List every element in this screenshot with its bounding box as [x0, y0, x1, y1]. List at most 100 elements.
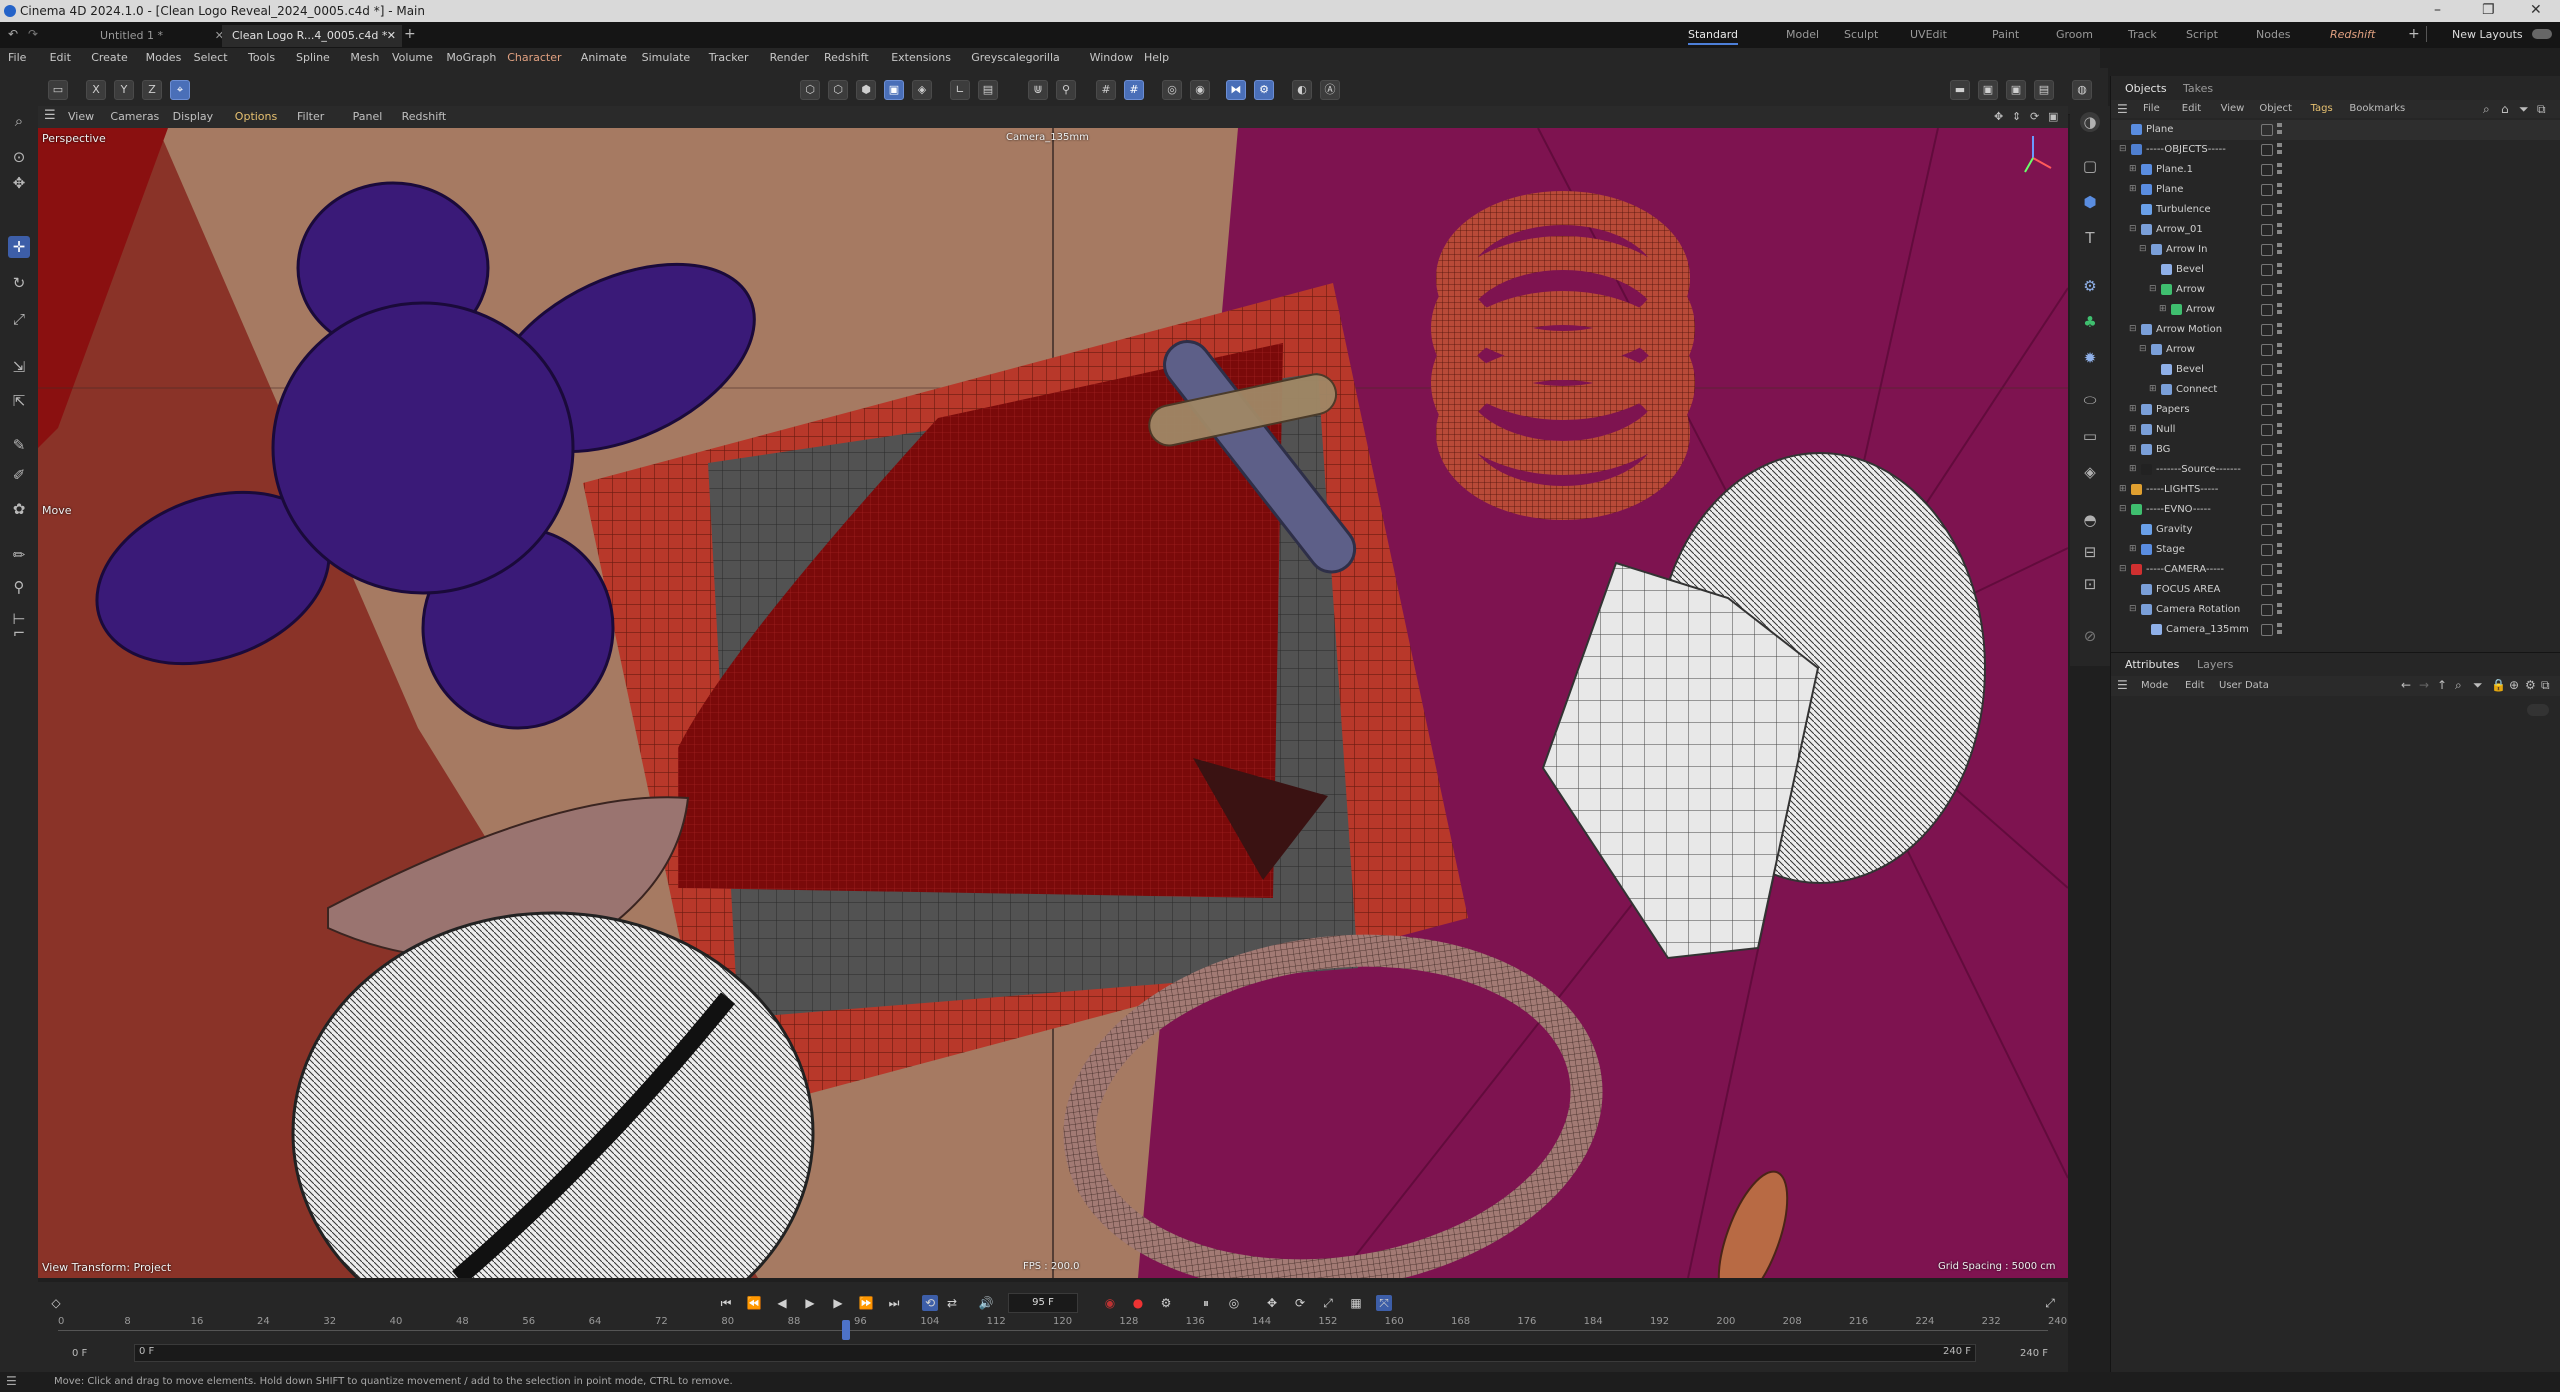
model-mode-icon[interactable]: ▣: [884, 80, 904, 100]
current-frame-field[interactable]: 95 F: [1008, 1293, 1078, 1313]
transform-tool-icon[interactable]: ⇲: [8, 356, 30, 378]
menu-mesh[interactable]: Mesh: [350, 51, 379, 64]
param-key-icon[interactable]: ▦: [1348, 1295, 1364, 1311]
expand-toggle-icon[interactable]: ⊟: [2139, 244, 2149, 254]
text-object-icon[interactable]: T: [2080, 228, 2100, 248]
objects-menu-tags[interactable]: Tags: [2311, 103, 2333, 114]
menu-edit[interactable]: Edit: [50, 51, 71, 64]
brush-tool-icon[interactable]: ✏: [8, 544, 30, 566]
record-keys-icon[interactable]: ◉: [1102, 1295, 1118, 1311]
snap-icon[interactable]: #: [1096, 80, 1116, 100]
layer-checkbox[interactable]: [2261, 524, 2273, 536]
menu-simulate[interactable]: Simulate: [642, 51, 691, 64]
render-view-icon[interactable]: ▣: [1978, 80, 1998, 100]
rotation-key-icon[interactable]: ⟳: [1292, 1295, 1308, 1311]
expand-toggle-icon[interactable]: ⊞: [2159, 304, 2169, 314]
live-selection-icon[interactable]: ⊙: [8, 146, 30, 168]
object-row[interactable]: ⊟ -----OBJECTS-----: [2111, 140, 2560, 160]
object-row[interactable]: ⊟ Camera Rotation: [2111, 600, 2560, 620]
light-icon[interactable]: ◈: [2080, 462, 2100, 482]
object-row[interactable]: ⊞ Connect: [2111, 380, 2560, 400]
visibility-dots[interactable]: [2277, 343, 2282, 357]
attributes-menu-user-data[interactable]: User Data: [2219, 680, 2269, 691]
visibility-dots[interactable]: [2277, 163, 2282, 177]
menu-select[interactable]: Select: [194, 51, 228, 64]
material-icon[interactable]: ◓: [2080, 510, 2100, 530]
workplane-icon[interactable]: ◎: [1162, 80, 1182, 100]
cloner-icon[interactable]: ♣: [2080, 312, 2100, 332]
visibility-dots[interactable]: [2277, 463, 2282, 477]
menu-create[interactable]: Create: [91, 51, 128, 64]
back-arrow-icon[interactable]: ←: [2401, 678, 2411, 692]
tab-takes[interactable]: Takes: [2183, 82, 2213, 95]
scene-icon[interactable]: ⊟: [2080, 542, 2100, 562]
object-row[interactable]: Plane: [2111, 120, 2560, 140]
menu-animate[interactable]: Animate: [581, 51, 627, 64]
object-row[interactable]: ⊞ BG: [2111, 440, 2560, 460]
viewport-zoom-icon[interactable]: ⇕: [2012, 110, 2021, 123]
visibility-dots[interactable]: [2277, 583, 2282, 597]
move-tool-icon[interactable]: ✛: [8, 236, 30, 258]
scale-tool-icon[interactable]: ⤢: [8, 308, 30, 330]
object-row[interactable]: FOCUS AREA: [2111, 580, 2560, 600]
visibility-dots[interactable]: [2277, 563, 2282, 577]
viewport-hamburger-icon[interactable]: ☰: [44, 108, 56, 123]
layout-tab-paint[interactable]: Paint: [1992, 28, 2019, 41]
attributes-filter-icon[interactable]: ⏷: [2473, 678, 2483, 693]
knife-tool-icon[interactable]: ✐: [8, 464, 30, 486]
close-tab-icon[interactable]: ✕: [387, 25, 396, 47]
rotate-tool-small-icon[interactable]: ✥: [8, 172, 30, 194]
plane-object-icon[interactable]: ▢: [2080, 156, 2100, 176]
add-layout-icon[interactable]: +: [2408, 26, 2420, 42]
render-picture-viewer-icon[interactable]: ▣: [2006, 80, 2026, 100]
tab-layers[interactable]: Layers: [2197, 658, 2233, 671]
expand-toggle-icon[interactable]: ⊞: [2129, 544, 2139, 554]
point-level-icon[interactable]: ⤧: [1376, 1295, 1392, 1311]
extrude-tool-icon[interactable]: ⇱: [8, 390, 30, 412]
autokey-icon[interactable]: ●: [1130, 1295, 1146, 1311]
viewport-rotate-icon[interactable]: ⟳: [2030, 110, 2039, 123]
tab-attributes[interactable]: Attributes: [2125, 658, 2179, 671]
points-mode-icon[interactable]: ⬡: [800, 80, 820, 100]
pla-key-icon[interactable]: ◎: [1226, 1295, 1242, 1311]
layout-tab-standard[interactable]: Standard: [1688, 28, 1739, 45]
visibility-dots[interactable]: [2277, 223, 2282, 237]
viewport-menu-filter[interactable]: Filter: [297, 110, 324, 123]
render-icon[interactable]: ⊡: [2080, 574, 2100, 594]
layer-checkbox[interactable]: [2261, 364, 2273, 376]
settings-gear-icon[interactable]: ⚙: [1254, 80, 1274, 100]
prev-key-icon[interactable]: ⏪: [746, 1295, 762, 1311]
menu-window[interactable]: Window: [1090, 51, 1133, 64]
layer-checkbox[interactable]: [2261, 604, 2273, 616]
preview-range-bar[interactable]: 0 F 240 F: [134, 1344, 1976, 1362]
viewport-menu-display[interactable]: Display: [173, 110, 214, 123]
camera-icon[interactable]: ▭: [2080, 426, 2100, 446]
position-key-icon[interactable]: ✥: [1264, 1295, 1280, 1311]
minimize-icon[interactable]: –: [2434, 2, 2441, 18]
expand-toggle-icon[interactable]: ⊞: [2129, 164, 2139, 174]
object-row[interactable]: Turbulence: [2111, 200, 2560, 220]
timeline-expand-icon[interactable]: ⤢: [2042, 1295, 2058, 1311]
render-queue-icon[interactable]: ▤: [2034, 80, 2054, 100]
layer-checkbox[interactable]: [2261, 184, 2273, 196]
attributes-new-window-icon[interactable]: ⧉: [2541, 678, 2550, 693]
axis-z-button[interactable]: Z: [142, 80, 162, 100]
menu-greyscalegorilla[interactable]: Greyscalegorilla: [971, 51, 1060, 64]
objects-hamburger-icon[interactable]: ☰: [2117, 102, 2128, 116]
layout-tab-groom[interactable]: Groom: [2056, 28, 2093, 41]
zoom-search-icon[interactable]: ⌕: [8, 110, 30, 132]
camera-label[interactable]: Camera_135mm: [1006, 132, 1089, 143]
frame-ruler[interactable]: 0 8 16 24 32 40 48 56 64 72 80 88 96 104 112 120 128 136 1…: [58, 1316, 2067, 1342]
edges-mode-icon[interactable]: ⬡: [828, 80, 848, 100]
object-row[interactable]: ⊞ Arrow: [2111, 300, 2560, 320]
menu-render[interactable]: Render: [770, 51, 809, 64]
prev-frame-icon[interactable]: ◀: [774, 1295, 790, 1311]
rotate-tool-icon[interactable]: ↻: [8, 272, 30, 294]
expand-toggle-icon[interactable]: ⊟: [2139, 344, 2149, 354]
motion-clip-icon[interactable]: ⏸: [1198, 1295, 1214, 1311]
maximize-icon[interactable]: ❐: [2482, 2, 2495, 18]
layer-checkbox[interactable]: [2261, 584, 2273, 596]
objects-menu-bookmarks[interactable]: Bookmarks: [2349, 103, 2405, 114]
up-arrow-icon[interactable]: ↑: [2437, 678, 2447, 692]
object-row[interactable]: ⊟ Arrow_01: [2111, 220, 2560, 240]
